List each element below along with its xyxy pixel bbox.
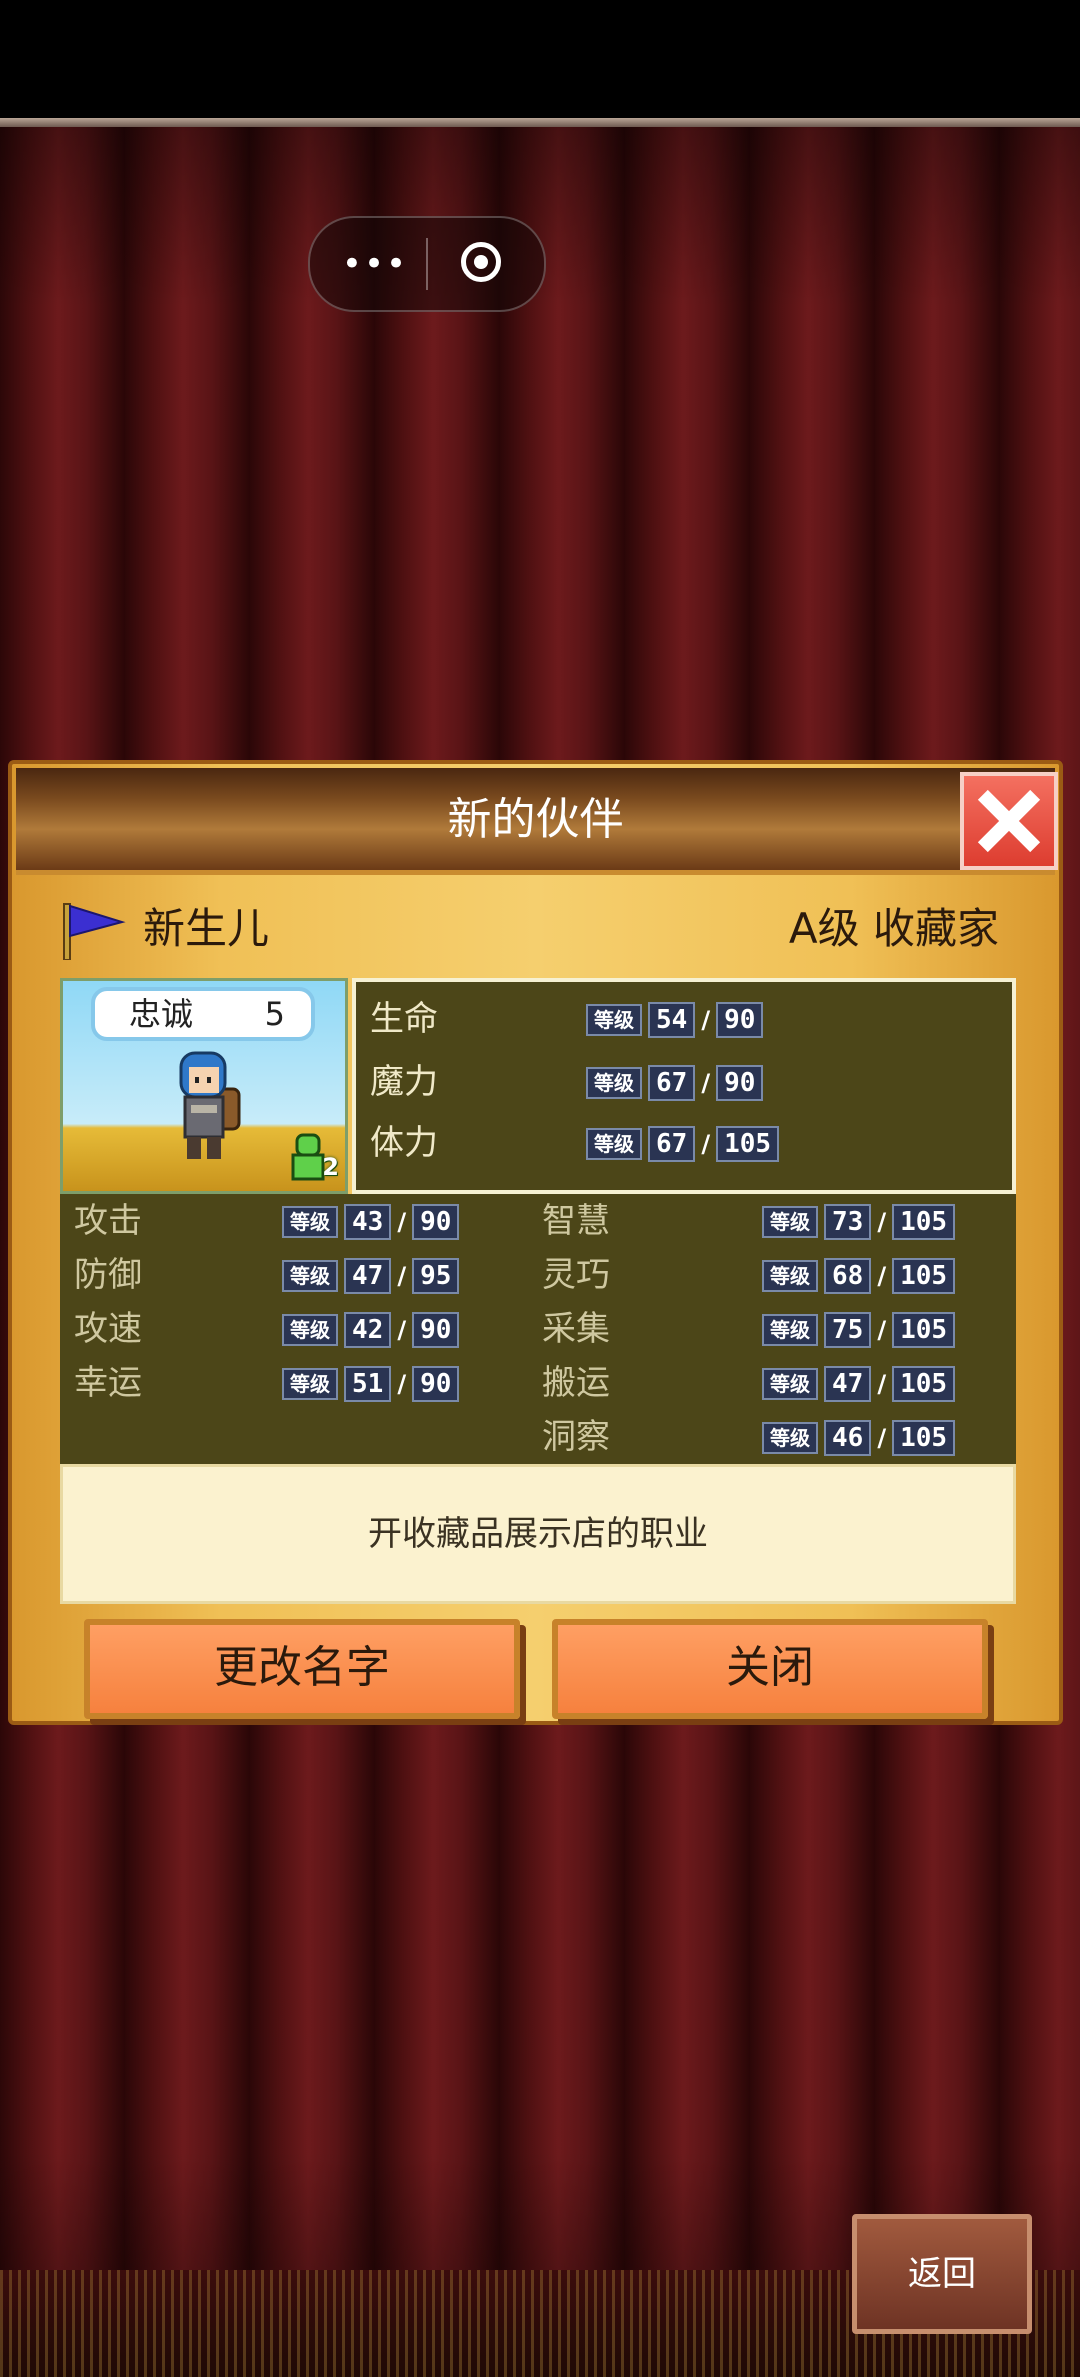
team-badge: 2 xyxy=(291,1131,341,1181)
stat-max: 90 xyxy=(412,1204,460,1240)
stat-max: 105 xyxy=(716,1126,780,1162)
level-tag: 等级 xyxy=(586,1004,642,1036)
level-tag: 等级 xyxy=(282,1260,338,1292)
stat-max: 90 xyxy=(716,1065,764,1101)
stat-label: 生命 xyxy=(370,999,438,1039)
stat-level: 等级 67 / 105 xyxy=(586,1126,780,1162)
stat-label: 攻速 xyxy=(74,1309,142,1349)
level-tag: 等级 xyxy=(282,1206,338,1238)
stat-current: 43 xyxy=(344,1204,392,1240)
slash-glyph: / xyxy=(701,1069,711,1097)
stat-level: 等级 67 / 90 xyxy=(586,1065,764,1101)
stat-label: 采集 xyxy=(542,1309,610,1349)
level-tag: 等级 xyxy=(762,1206,818,1238)
target-icon[interactable] xyxy=(461,242,501,282)
attribute-stats-panel: 攻击 等级 43 / 90 防御 等级 47 / 95 攻速 等级 42 / 9… xyxy=(60,1194,1016,1464)
level-tag: 等级 xyxy=(586,1128,642,1160)
flag-icon xyxy=(63,903,126,960)
slash-glyph: / xyxy=(397,1262,407,1290)
loyalty-label: 忠诚 xyxy=(129,995,194,1033)
stat-max: 105 xyxy=(892,1420,956,1456)
stat-label: 洞察 xyxy=(542,1417,610,1457)
dialog-title-bar: 新的伙伴 xyxy=(16,768,1055,875)
stat-current: 68 xyxy=(824,1258,872,1294)
stat-current: 42 xyxy=(344,1312,392,1348)
mini-program-capsule: ••• xyxy=(308,216,546,312)
more-dots-icon[interactable]: ••• xyxy=(340,240,410,288)
level-tag: 等级 xyxy=(282,1314,338,1346)
character-portrait: 忠诚 5 2 xyxy=(60,978,348,1194)
stat-level: 等级 46 / 105 xyxy=(762,1420,956,1456)
stat-label: 魔力 xyxy=(370,1062,438,1102)
level-tag: 等级 xyxy=(282,1368,338,1400)
stat-label: 智慧 xyxy=(542,1201,610,1241)
level-tag: 等级 xyxy=(762,1422,818,1454)
stat-current: 75 xyxy=(824,1312,872,1348)
stat-level: 等级 54 / 90 xyxy=(586,1002,764,1038)
stat-level: 等级 47 / 95 xyxy=(282,1258,460,1294)
stat-label: 灵巧 xyxy=(542,1255,610,1295)
stat-current: 47 xyxy=(824,1366,872,1402)
stat-current: 51 xyxy=(344,1366,392,1402)
character-sprite xyxy=(179,1051,241,1159)
dialog-title: 新的伙伴 xyxy=(447,794,624,845)
stat-level: 等级 47 / 105 xyxy=(762,1366,956,1402)
stat-max: 105 xyxy=(892,1258,956,1294)
stat-label: 防御 xyxy=(74,1255,142,1295)
stat-current: 46 xyxy=(824,1420,872,1456)
slash-glyph: / xyxy=(877,1424,887,1452)
stat-max: 90 xyxy=(412,1312,460,1348)
stat-label: 攻击 xyxy=(74,1201,142,1241)
stat-max: 90 xyxy=(412,1366,460,1402)
vital-stats-panel: 生命 等级 54 / 90 魔力 等级 67 / 90 体力 等级 67 / 1… xyxy=(352,978,1016,1194)
stat-current: 54 xyxy=(648,1002,696,1038)
loyalty-badge: 忠诚 5 xyxy=(91,987,315,1041)
character-name: 新生儿 xyxy=(143,904,270,953)
top-black-bar xyxy=(0,0,1080,118)
slash-glyph: / xyxy=(877,1370,887,1398)
slash-glyph: / xyxy=(877,1316,887,1344)
job-description: 开收藏品展示店的职业 xyxy=(60,1464,1016,1604)
slash-glyph: / xyxy=(397,1208,407,1236)
capsule-divider xyxy=(426,238,428,290)
stat-max: 105 xyxy=(892,1312,956,1348)
new-partner-dialog: 新的伙伴 新生儿 A级 收藏家 忠诚 5 2 生命 等级 54 / 90 魔力 … xyxy=(8,760,1063,1725)
close-x-icon[interactable] xyxy=(960,772,1058,870)
stat-level: 等级 43 / 90 xyxy=(282,1204,460,1240)
curtain-rail xyxy=(0,118,1080,127)
stat-max: 105 xyxy=(892,1204,956,1240)
stat-max: 105 xyxy=(892,1366,956,1402)
stat-max: 95 xyxy=(412,1258,460,1294)
stat-max: 90 xyxy=(716,1002,764,1038)
stat-label: 搬运 xyxy=(542,1363,610,1403)
slash-glyph: / xyxy=(701,1130,711,1158)
stat-current: 73 xyxy=(824,1204,872,1240)
stat-label: 体力 xyxy=(370,1123,438,1163)
close-button[interactable]: 关闭 xyxy=(552,1619,988,1719)
level-tag: 等级 xyxy=(762,1314,818,1346)
stat-current: 67 xyxy=(648,1126,696,1162)
level-tag: 等级 xyxy=(762,1368,818,1400)
loyalty-value: 5 xyxy=(264,995,285,1033)
stat-level: 等级 42 / 90 xyxy=(282,1312,460,1348)
stat-level: 等级 68 / 105 xyxy=(762,1258,956,1294)
level-tag: 等级 xyxy=(762,1260,818,1292)
stat-level: 等级 73 / 105 xyxy=(762,1204,956,1240)
stat-level: 等级 75 / 105 xyxy=(762,1312,956,1348)
slash-glyph: / xyxy=(397,1316,407,1344)
level-tag: 等级 xyxy=(586,1067,642,1099)
team-badge-count: 2 xyxy=(322,1153,339,1181)
slash-glyph: / xyxy=(397,1370,407,1398)
slash-glyph: / xyxy=(701,1006,711,1034)
rename-button[interactable]: 更改名字 xyxy=(84,1619,520,1719)
slash-glyph: / xyxy=(877,1262,887,1290)
slash-glyph: / xyxy=(877,1208,887,1236)
character-rank-class: A级 收藏家 xyxy=(788,904,999,953)
stat-label: 幸运 xyxy=(74,1363,142,1403)
stat-current: 67 xyxy=(648,1065,696,1101)
back-button[interactable]: 返回 xyxy=(852,2214,1032,2334)
stat-level: 等级 51 / 90 xyxy=(282,1366,460,1402)
stat-current: 47 xyxy=(344,1258,392,1294)
